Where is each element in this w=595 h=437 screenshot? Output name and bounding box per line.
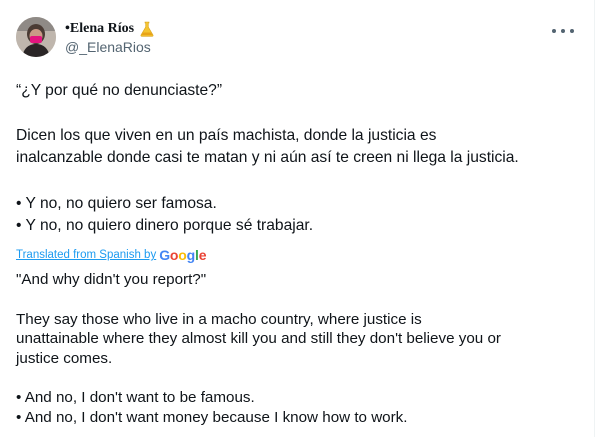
avatar[interactable]	[16, 17, 56, 57]
tweet-header: •Elena Ríos @_ElenaRios	[16, 17, 576, 61]
google-letter: G	[159, 247, 170, 263]
tweet-question: “¿Y por qué no denunciaste?”	[16, 82, 223, 99]
tweet-text: “¿Y por qué no denunciaste?” Dicen los q…	[16, 80, 581, 238]
tweet-paragraph-line: inalcanzable donde casi te matan y ni aú…	[16, 149, 519, 166]
translation-bullet: • And no, I don't want money because I k…	[16, 408, 408, 426]
translation-credit: Translated from Spanish by Google	[16, 246, 206, 264]
dot	[552, 29, 556, 33]
dot	[561, 29, 565, 33]
google-letter: o	[178, 247, 187, 263]
handle[interactable]: @_ElenaRios	[65, 39, 156, 55]
tweet-bullet: • Y no, no quiero dinero porque sé traba…	[16, 217, 314, 234]
author-names: •Elena Ríos @_ElenaRios	[65, 20, 156, 55]
display-name[interactable]: •Elena Ríos	[65, 21, 134, 37]
google-letter: o	[169, 247, 179, 263]
tweet-paragraph-line: Dicen los que viven en un país machista,…	[16, 126, 437, 144]
translated-from-link[interactable]: Translated from Spanish by	[16, 249, 156, 261]
translation-paragraph-line: justice comes.	[16, 349, 113, 367]
google-letter: g	[186, 247, 196, 263]
dot	[570, 29, 574, 33]
translation-paragraph-line: unattainable where they almost kill you …	[16, 330, 501, 347]
lab-flask-emoji-icon	[138, 20, 156, 38]
more-horizontal-icon[interactable]	[552, 23, 574, 39]
tweet: •Elena Ríos @_ElenaRios “¿Y por qué no d…	[0, 0, 594, 437]
translation-paragraph-line: They say those who live in a macho count…	[16, 310, 422, 328]
translated-text: "And why didn't you report?" They say th…	[16, 270, 588, 427]
translation-question: "And why didn't you report?"	[16, 271, 207, 288]
google-letter: e	[198, 247, 207, 263]
google-logo: Google	[159, 247, 206, 263]
tweet-bullet: • Y no, no quiero ser famosa.	[16, 194, 217, 212]
translation-bullet: • And no, I don't want to be famous.	[16, 389, 255, 406]
